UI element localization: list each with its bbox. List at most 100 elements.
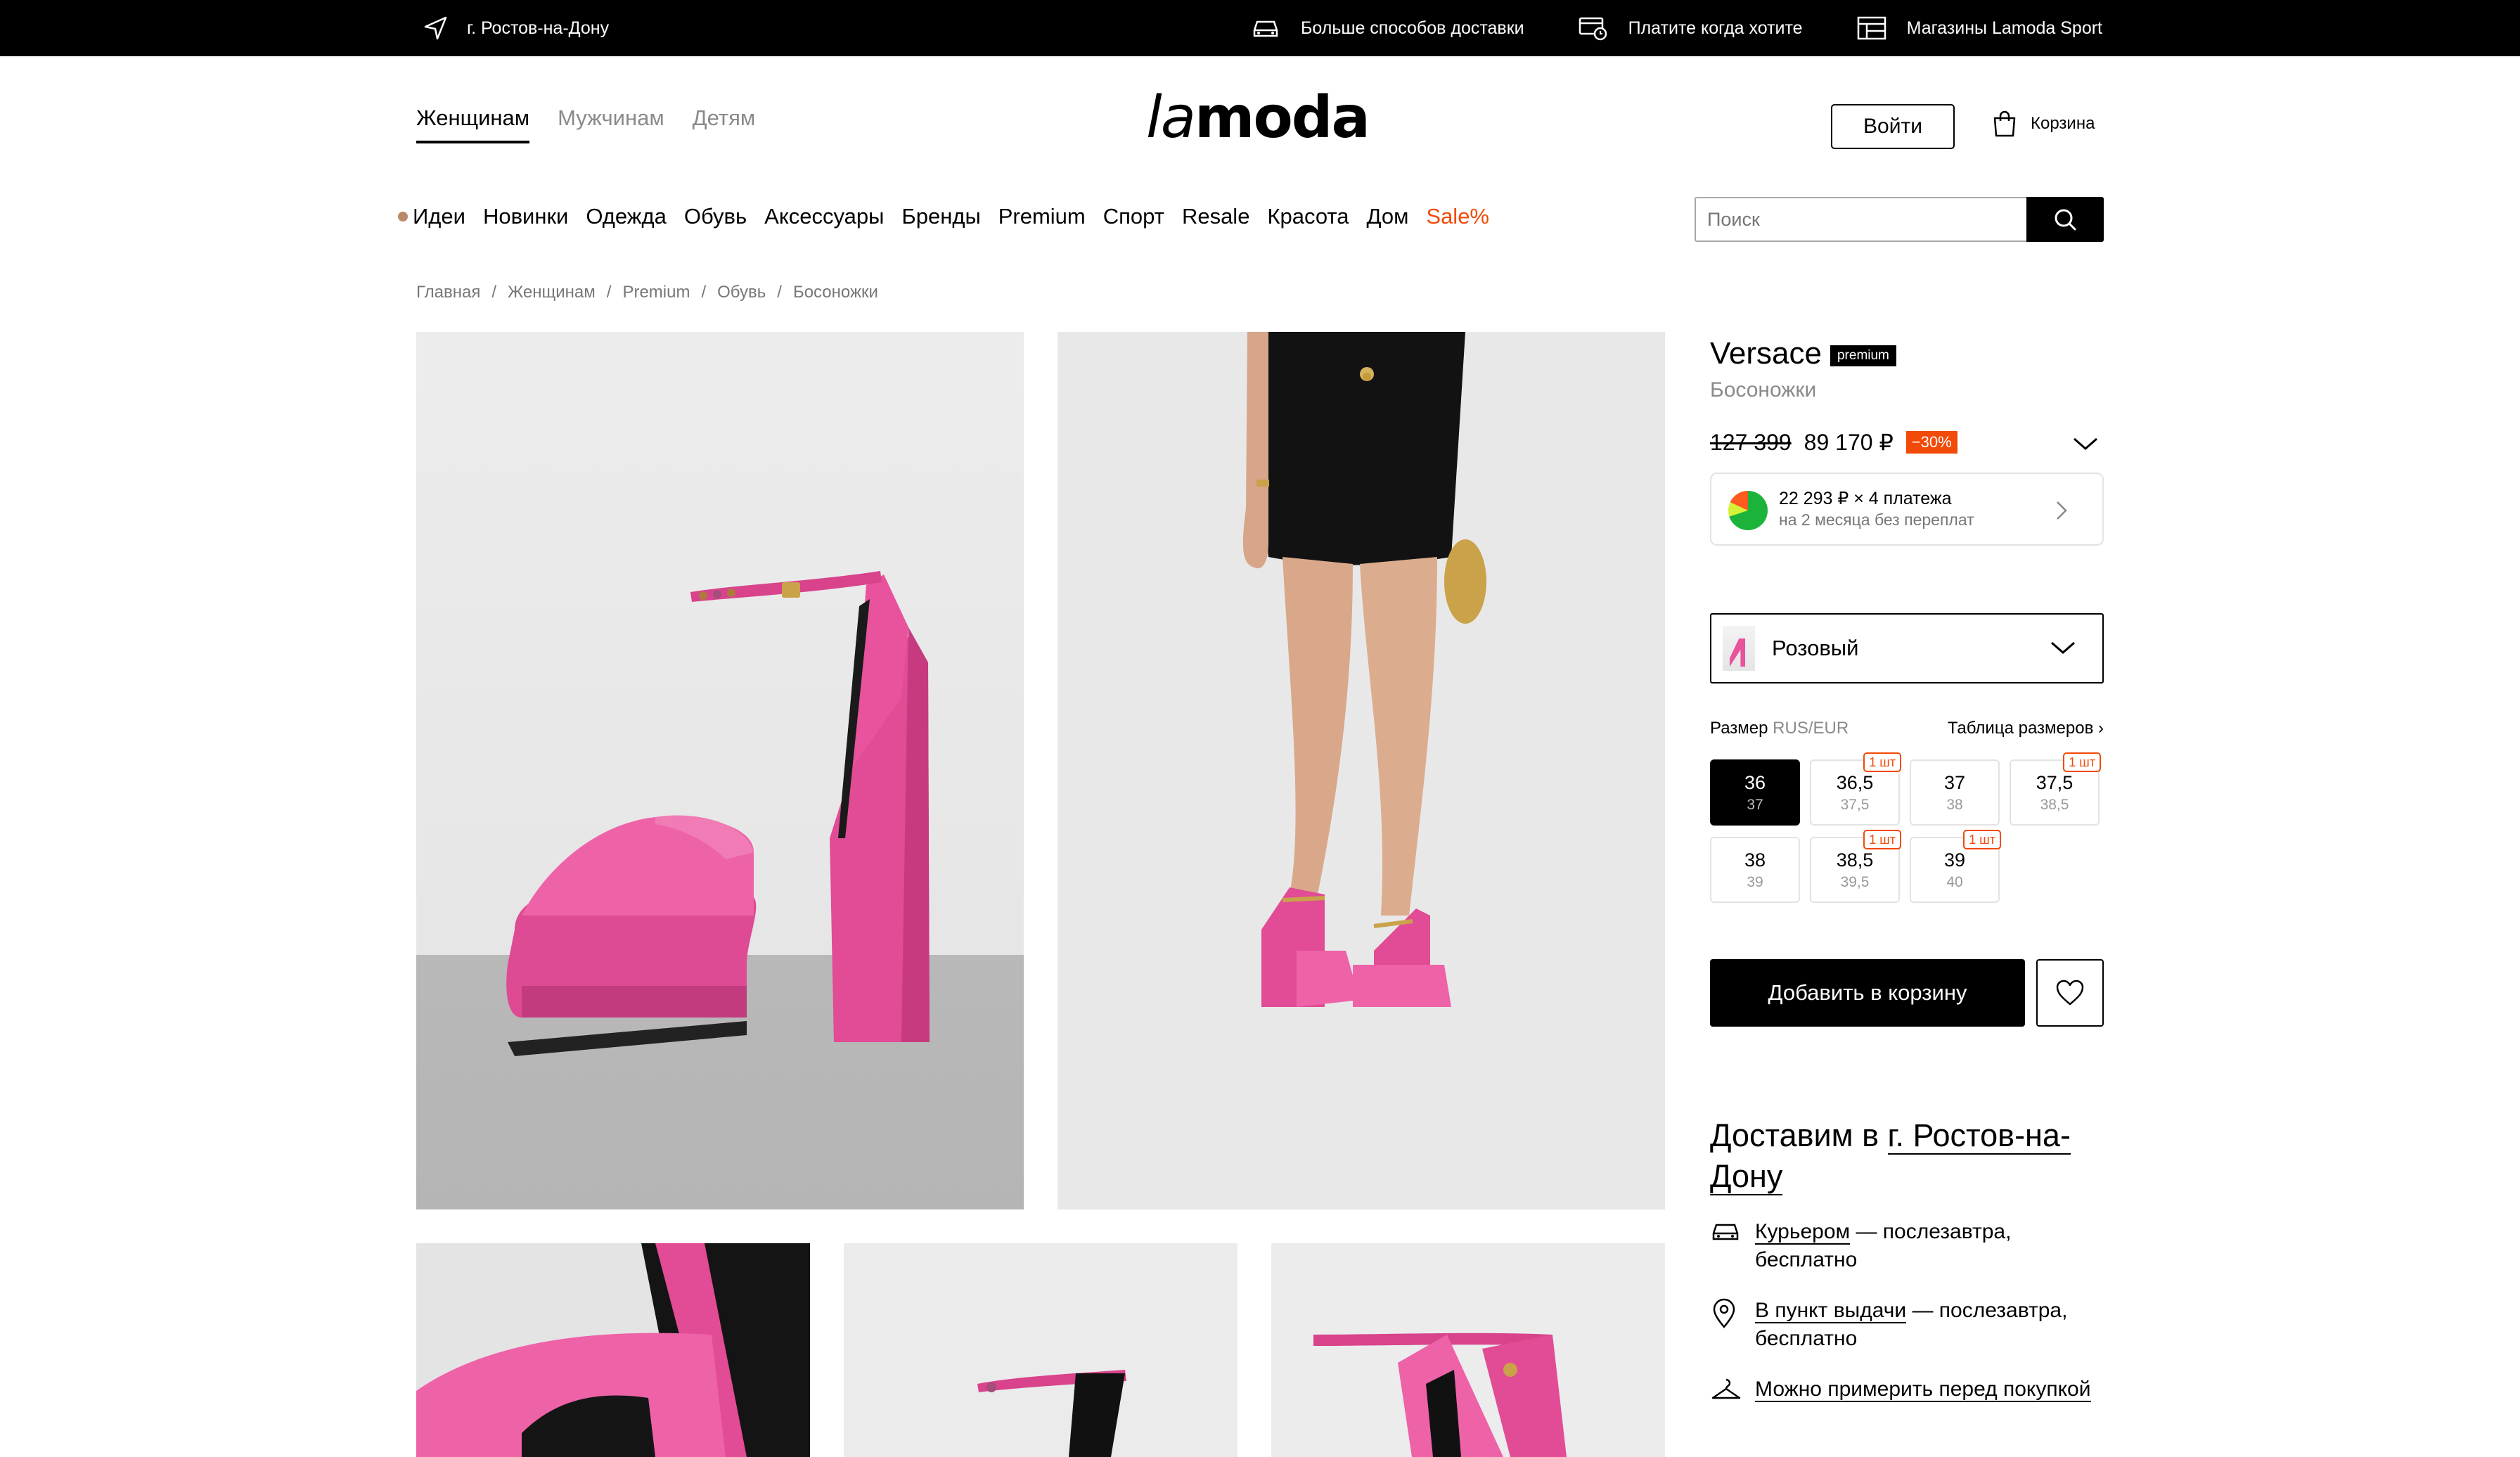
- login-button[interactable]: Войти: [1831, 104, 1955, 149]
- breadcrumb-separator: /: [777, 283, 782, 302]
- cart-link[interactable]: Корзина: [1991, 110, 2095, 138]
- delivery-heading-text: Доставим в: [1710, 1117, 1879, 1153]
- nav-item-clothes[interactable]: Одежда: [586, 204, 666, 229]
- price-row: 127 399 89 170 ₽ −30%: [1710, 429, 1958, 456]
- search-icon: [2055, 209, 2076, 231]
- hanger-icon: [1711, 1378, 1741, 1399]
- breadcrumb-women[interactable]: Женщинам: [508, 283, 596, 302]
- size-eur: 37,5: [1840, 797, 1870, 813]
- add-to-cart-button[interactable]: Добавить в корзину: [1710, 959, 2025, 1027]
- size-eur: 40: [1946, 874, 1963, 890]
- breadcrumb-separator: /: [491, 283, 497, 302]
- size-table-label: Таблица размеров: [1947, 719, 2094, 738]
- size-table-link[interactable]: Таблица размеров ›: [1948, 719, 2104, 738]
- delivery-tryon: Можно примерить перед покупкой: [1710, 1375, 2104, 1404]
- size-option[interactable]: 38,5 39,5 1 шт: [1810, 830, 1901, 903]
- chevron-down-icon[interactable]: [2071, 436, 2100, 453]
- tab-kids[interactable]: Детям: [693, 105, 756, 143]
- nav-item-home[interactable]: Дом: [1366, 204, 1408, 229]
- map-pin-icon: [1713, 1298, 1735, 1328]
- logo-prefix: la: [1146, 84, 1196, 151]
- delivery-pickup: В пункт выдачи — послезавтра, бесплатно: [1710, 1297, 2104, 1353]
- ideas-dot-icon: [398, 212, 408, 222]
- search-input[interactable]: [1696, 198, 2026, 240]
- color-swatch-thumbnail: [1723, 626, 1755, 671]
- search-box: [1695, 197, 2104, 242]
- pickup-link[interactable]: В пункт выдачи: [1755, 1299, 1907, 1323]
- favorite-button[interactable]: [2036, 959, 2104, 1027]
- product-photo-main[interactable]: [416, 332, 1024, 1209]
- main-nav: Идеи Новинки Одежда Обувь Аксессуары Бре…: [398, 204, 1489, 229]
- nav-item-brands[interactable]: Бренды: [901, 204, 980, 229]
- size-rus: 37,5: [2036, 772, 2074, 793]
- size-rus: 38,5: [1836, 849, 1874, 871]
- stores-link[interactable]: Магазины Lamoda Sport: [1856, 15, 2102, 41]
- size-rus: 39: [1943, 849, 1966, 871]
- breadcrumb-separator: /: [701, 283, 707, 302]
- product-photo-detail-1[interactable]: [416, 1243, 810, 1457]
- size-option[interactable]: 37,5 38,5 1 шт: [2010, 752, 2101, 826]
- tab-men[interactable]: Мужчинам: [558, 105, 664, 143]
- lamoda-logo[interactable]: lamoda: [1146, 84, 1370, 151]
- top-bar: г. Ростов-на-Дону Больше способов достав…: [0, 0, 2520, 56]
- size-rus: 36,5: [1836, 772, 1874, 793]
- nav-item-sport[interactable]: Спорт: [1103, 204, 1164, 229]
- nav-item-shoes[interactable]: Обувь: [684, 204, 747, 229]
- color-name: Розовый: [1772, 636, 1859, 660]
- courier-link[interactable]: Курьером: [1755, 1220, 1851, 1245]
- breadcrumb-home[interactable]: Главная: [416, 283, 480, 302]
- card-clock-icon: [1579, 17, 1607, 41]
- premium-badge: premium: [1830, 345, 1896, 366]
- breadcrumb: Главная / Женщинам / Premium / Обувь / Босон…: [416, 283, 878, 302]
- size-rus: 37: [1943, 772, 1966, 793]
- location-arrow-icon: [424, 16, 447, 40]
- installment-line1: 22 293 ₽ × 4 платежа: [1779, 489, 1952, 508]
- installment-logo-icon: [1728, 491, 1768, 530]
- search-button[interactable]: [2026, 197, 2104, 242]
- size-rus: 36: [1744, 772, 1766, 793]
- installment-offer[interactable]: 22 293 ₽ × 4 платежа на 2 месяца без пер…: [1710, 473, 2104, 546]
- car-icon: [1253, 20, 1278, 37]
- pay-link[interactable]: Платите когда хотите: [1578, 14, 1803, 42]
- nav-item-premium[interactable]: Premium: [998, 204, 1086, 229]
- size-eur: 38: [1946, 797, 1963, 813]
- nav-item-accessories[interactable]: Аксессуары: [764, 204, 884, 229]
- product-photo-model[interactable]: [1058, 332, 1665, 1209]
- sandal-front-image: [977, 1370, 1126, 1457]
- breadcrumb-sandals[interactable]: Босоножки: [793, 283, 878, 302]
- size-eur: 39,5: [1840, 874, 1870, 890]
- size-option[interactable]: 36,5 37,5 1 шт: [1810, 752, 1901, 826]
- sandal-strap-image: [1313, 1333, 1567, 1457]
- car-icon: [1712, 1224, 1739, 1240]
- stock-badge: 1 шт: [2063, 752, 2101, 772]
- tab-women[interactable]: Женщинам: [416, 105, 530, 143]
- nav-item-new[interactable]: Новинки: [483, 204, 568, 229]
- size-option[interactable]: 36 37: [1710, 759, 1800, 826]
- size-option[interactable]: 39 40 1 шт: [1910, 830, 2001, 903]
- brand-name[interactable]: Versace: [1710, 336, 1822, 371]
- color-selector[interactable]: Розовый: [1710, 613, 2104, 683]
- size-header: Размер RUS/EUR Таблица размеров ›: [1710, 719, 2104, 738]
- nav-item-beauty[interactable]: Красота: [1267, 204, 1349, 229]
- size-rus: 38: [1744, 849, 1766, 871]
- nav-item-ideas[interactable]: Идеи: [413, 204, 465, 229]
- nav-item-sale[interactable]: Sale%: [1426, 204, 1489, 229]
- installment-line2: на 2 месяца без переплат: [1779, 511, 1974, 529]
- discount-badge: −30%: [1905, 431, 1958, 454]
- product-photo-detail-2[interactable]: [844, 1243, 1238, 1457]
- product-photo-detail-3[interactable]: [1271, 1243, 1665, 1457]
- breadcrumb-premium[interactable]: Premium: [622, 283, 690, 302]
- size-eur: 37: [1747, 797, 1763, 813]
- size-system: RUS/EUR: [1773, 719, 1849, 738]
- delivery-link[interactable]: Больше способов доставки: [1250, 16, 1524, 40]
- city-selector[interactable]: г. Ростов-на-Дону: [422, 0, 609, 56]
- breadcrumb-shoes[interactable]: Обувь: [717, 283, 766, 302]
- size-option[interactable]: 37 38: [1910, 759, 2000, 826]
- tryon-link[interactable]: Можно примерить перед покупкой: [1755, 1378, 2091, 1402]
- product-brand: Versace premium: [1710, 336, 1896, 371]
- nav-item-resale[interactable]: Resale: [1182, 204, 1250, 229]
- size-option[interactable]: 38 39: [1710, 837, 1800, 903]
- model-wearing-sandals-image: [1242, 332, 1486, 1007]
- size-eur: 39: [1747, 874, 1763, 890]
- stock-badge: 1 шт: [1963, 830, 2001, 849]
